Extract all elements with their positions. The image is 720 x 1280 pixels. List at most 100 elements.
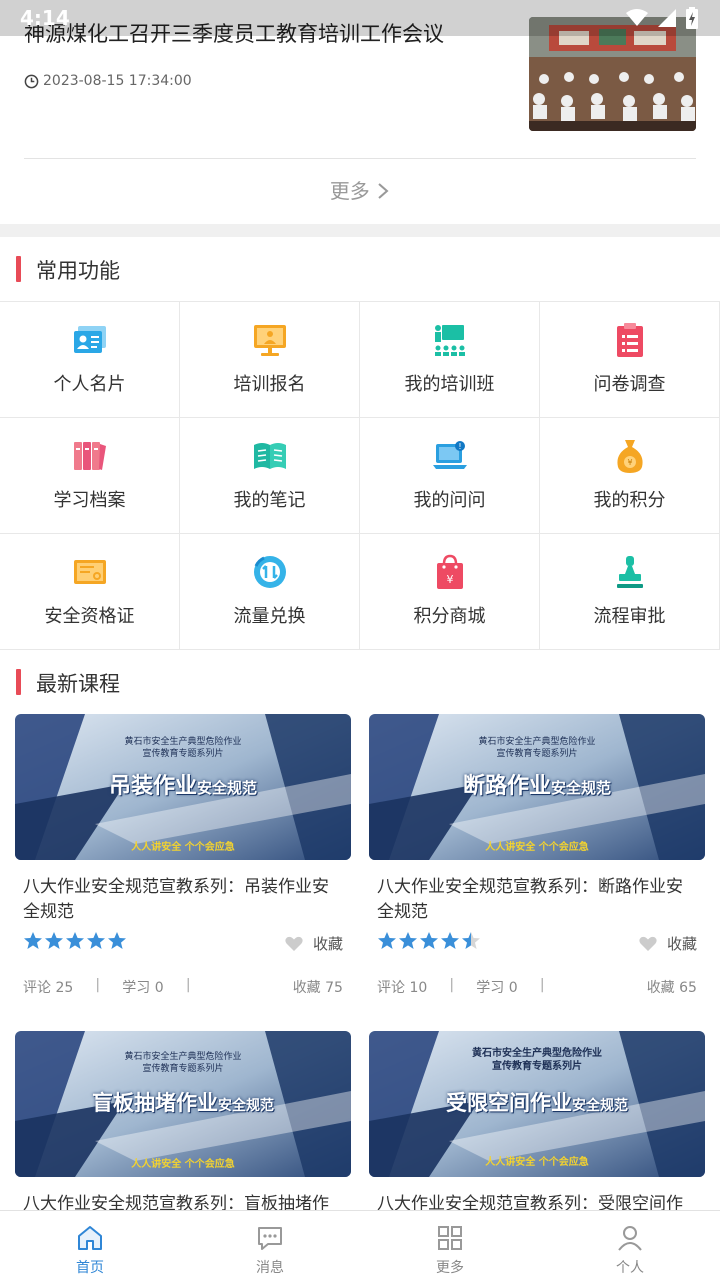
tab-more[interactable]: 更多	[360, 1211, 540, 1280]
divider: |	[95, 977, 101, 993]
id-card-icon	[72, 322, 108, 358]
func-study-archive[interactable]: 学习档案	[0, 418, 180, 534]
func-label: 积分商城	[413, 606, 486, 627]
func-label: 个人名片	[53, 374, 126, 395]
func-label: 流程审批	[593, 606, 666, 627]
func-survey[interactable]: 问卷调查	[540, 302, 720, 418]
grid-icon	[438, 1226, 462, 1250]
archive-binders-icon	[72, 438, 108, 474]
favorite-button[interactable]: 收藏	[285, 933, 343, 954]
favorite-button[interactable]: 收藏	[639, 933, 697, 954]
approval-stamp-icon	[612, 554, 648, 590]
thumb-tail-text: 安全规范	[551, 779, 612, 797]
more-label[interactable]: 更多	[330, 179, 370, 203]
news-time-text: 2023-08-15 17:34:00	[43, 73, 192, 89]
course-title[interactable]: 八大作业安全规范宣教系列：盲板抽堵作	[15, 1192, 351, 1210]
study-count: 学习 0	[122, 980, 164, 996]
star-icon	[45, 932, 63, 949]
training-monitor-icon	[252, 322, 288, 358]
func-label: 我的培训班	[404, 374, 495, 395]
func-safety-cert[interactable]: 安全资格证	[0, 534, 180, 650]
section-header: 常用功能	[0, 237, 720, 301]
course-card[interactable]: 黄石市安全生产典型危险作业 宣传教育专题系列片 受限空间作业安全规范 人人讲安全…	[369, 1031, 705, 1210]
course-meta: 收藏	[369, 931, 705, 961]
star-icon	[24, 932, 42, 949]
thumb-main-text: 盲板抽堵作业	[92, 1091, 218, 1115]
svg-text:¥: ¥	[446, 573, 453, 586]
section-title: 常用功能	[36, 259, 120, 283]
favorite-label[interactable]: 收藏	[313, 933, 343, 954]
tab-label[interactable]: 个人	[616, 1257, 644, 1277]
svg-text:¥: ¥	[627, 458, 632, 467]
message-icon	[258, 1227, 282, 1250]
bottom-tab-bar: 首页 消息 更多 个人	[0, 1210, 720, 1280]
func-label: 我的问问	[413, 490, 486, 511]
status-icons	[626, 7, 698, 29]
thumb-top-text: 黄石市安全生产典型危险作业	[478, 737, 596, 747]
course-thumbnail[interactable]: 黄石市安全生产典型危险作业 宣传教育专题系列片 吊装作业安全规范 人人讲安全 个…	[15, 714, 351, 860]
section-title: 最新课程	[36, 672, 120, 696]
func-label: 流量兑换	[233, 606, 306, 627]
signal-icon	[658, 9, 676, 27]
favorite-label[interactable]: 收藏	[667, 933, 697, 954]
course-meta: 收藏	[15, 931, 351, 961]
thumb-top-text: 黄石市安全生产典型危险作业	[124, 1052, 242, 1062]
tab-messages[interactable]: 消息	[180, 1211, 360, 1280]
func-points-mall[interactable]: ¥ 积分商城	[360, 534, 540, 650]
home-icon	[78, 1226, 102, 1250]
thumb-sub-text: 宣传教育专题系列片	[492, 1061, 582, 1072]
tab-profile[interactable]: 个人	[540, 1211, 720, 1280]
points-bag-icon: ¥	[612, 438, 648, 474]
thumb-top-text: 黄石市安全生产典型危险作业	[124, 737, 242, 747]
star-icon	[378, 932, 396, 949]
section-header: 最新课程	[0, 650, 720, 714]
course-thumbnail[interactable]: 黄石市安全生产典型危险作业 宣传教育专题系列片 断路作业安全规范 人人讲安全 个…	[369, 714, 705, 860]
divider: |	[539, 977, 545, 993]
data-exchange-icon	[252, 554, 288, 590]
star-icon	[108, 932, 126, 949]
thumb-main-text: 吊装作业	[108, 774, 197, 799]
section-accent-bar	[16, 256, 21, 282]
course-card[interactable]: 黄石市安全生产典型危险作业 宣传教育专题系列片 盲板抽堵作业安全规范 人人讲安全…	[15, 1031, 351, 1210]
tab-label[interactable]: 更多	[436, 1257, 464, 1277]
star-icon	[420, 932, 438, 949]
func-my-points[interactable]: ¥ 我的积分	[540, 418, 720, 534]
classroom-icon	[432, 322, 468, 358]
chevron-right-icon	[378, 183, 389, 199]
func-data-exchange[interactable]: 流量兑换	[180, 534, 360, 650]
func-my-notes[interactable]: 我的笔记	[180, 418, 360, 534]
person-icon	[618, 1226, 642, 1251]
comment-count: 评论 10	[377, 980, 428, 996]
tab-label[interactable]: 首页	[76, 1257, 104, 1277]
tab-home[interactable]: 首页	[0, 1211, 180, 1280]
status-bar: 4:14	[0, 0, 720, 36]
course-thumbnail[interactable]: 黄石市安全生产典型危险作业 宣传教育专题系列片 盲板抽堵作业安全规范 人人讲安全…	[15, 1031, 351, 1177]
func-label: 安全资格证	[44, 606, 135, 627]
battery-icon	[686, 7, 698, 29]
course-card[interactable]: 黄石市安全生产典型危险作业 宣传教育专题系列片 吊装作业安全规范 人人讲安全 个…	[15, 714, 351, 961]
func-label: 问卷调查	[593, 374, 666, 395]
more-link[interactable]: 更多	[0, 175, 720, 204]
course-title[interactable]: 八大作业安全规范宣教系列：吊装作业安全规范	[15, 875, 351, 925]
course-title[interactable]: 八大作业安全规范宣教系列：断路作业安全规范	[369, 875, 705, 925]
thumb-sub-text: 宣传教育专题系列片	[496, 749, 578, 759]
func-id-card[interactable]: 个人名片	[0, 302, 180, 418]
func-label: 学习档案	[53, 490, 126, 511]
thumb-tail-text: 安全规范	[572, 1098, 628, 1114]
star-icon	[66, 932, 84, 949]
func-workflow-approval[interactable]: 流程审批	[540, 534, 720, 650]
func-my-questions[interactable]: ! 我的问问	[360, 418, 540, 534]
func-my-classes[interactable]: 我的培训班	[360, 302, 540, 418]
question-laptop-icon: !	[432, 438, 468, 474]
func-training-signup[interactable]: 培训报名	[180, 302, 360, 418]
thumb-slogan: 人人讲安全 个个会应急	[131, 842, 235, 853]
star-icon	[441, 932, 459, 949]
tab-label[interactable]: 消息	[256, 1257, 284, 1277]
wifi-icon	[626, 9, 648, 26]
course-card[interactable]: 黄石市安全生产典型危险作业 宣传教育专题系列片 断路作业安全规范 人人讲安全 个…	[369, 714, 705, 961]
course-thumbnail[interactable]: 黄石市安全生产典型危险作业 宣传教育专题系列片 受限空间作业安全规范 人人讲安全…	[369, 1031, 705, 1177]
course-stats: 评论 25 | 学习 0 | 收藏 75	[23, 977, 343, 997]
course-title[interactable]: 八大作业安全规范宣教系列：受限空间作	[369, 1192, 705, 1210]
star-icon	[87, 932, 105, 949]
divider: |	[449, 977, 455, 993]
